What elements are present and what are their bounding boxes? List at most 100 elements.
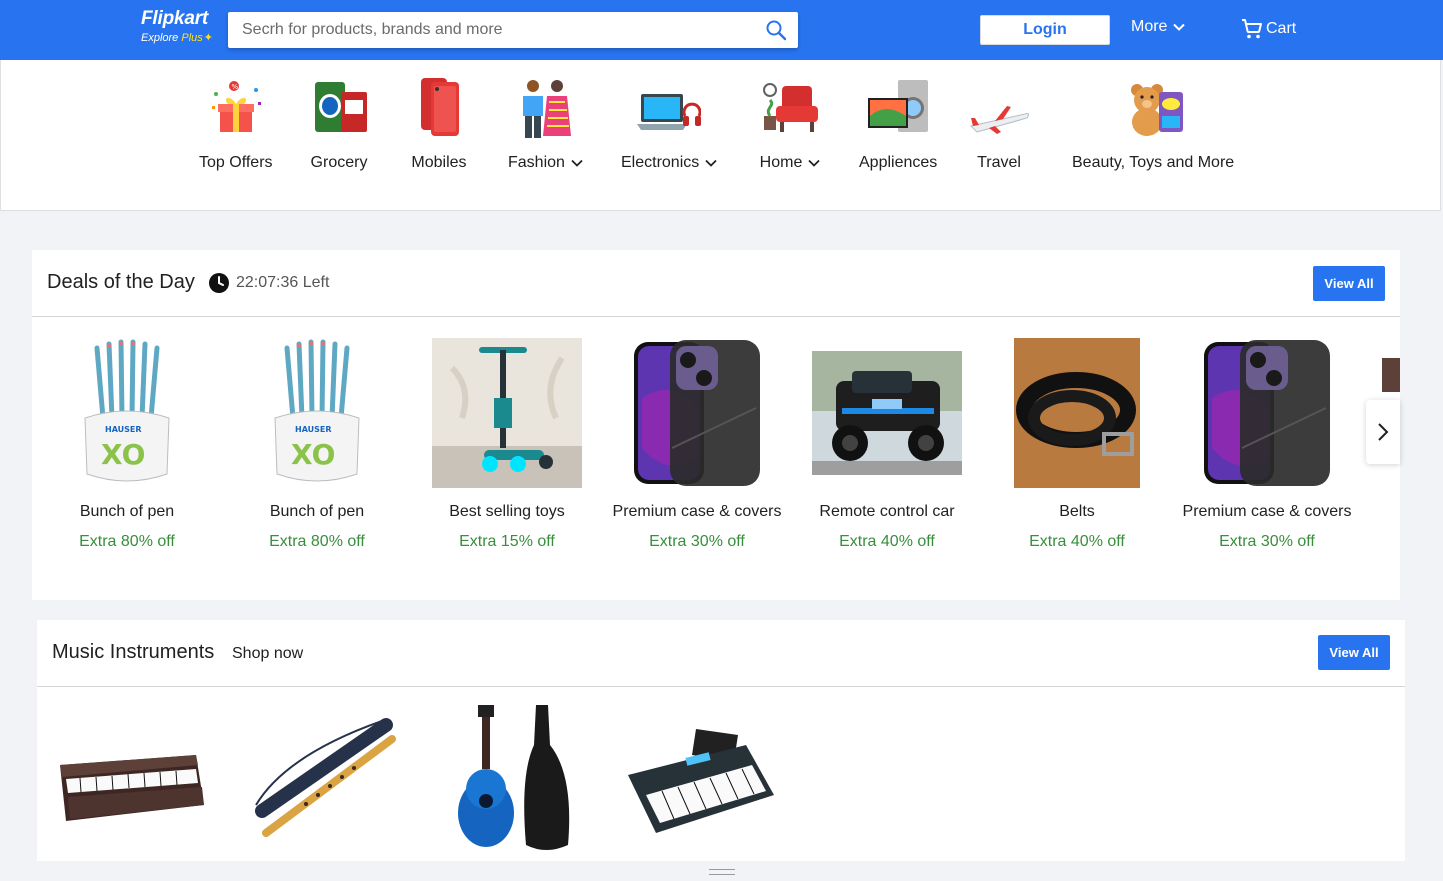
deals-view-all-button[interactable]: View All bbox=[1313, 266, 1385, 301]
login-button[interactable]: Login bbox=[980, 15, 1110, 45]
deal-name: Best selling toys bbox=[449, 503, 565, 520]
guitar-image[interactable] bbox=[436, 705, 586, 855]
music-header: Music Instruments Shop now View All bbox=[37, 620, 1405, 687]
cart-link[interactable]: Cart bbox=[1240, 17, 1296, 41]
laptop-icon bbox=[637, 76, 702, 140]
fashion-label: Fashion bbox=[508, 154, 565, 171]
brand-tagline: Explore Plus✦ bbox=[141, 31, 213, 45]
category-navigation: % Top Offers Grocery Mobiles Fashion Ele… bbox=[0, 60, 1441, 211]
deal-offer: Extra 40% off bbox=[839, 533, 935, 550]
appliances-icon bbox=[866, 76, 930, 140]
cart-label: Cart bbox=[1266, 20, 1297, 37]
remote-control-car-image bbox=[812, 338, 962, 488]
fashion-icon bbox=[513, 76, 577, 140]
airplane-icon bbox=[967, 76, 1031, 140]
belt-image bbox=[1002, 338, 1152, 488]
category-label: Fashion bbox=[508, 154, 583, 172]
harmonium-image[interactable] bbox=[56, 705, 206, 855]
electronics-label: Electronics bbox=[621, 154, 700, 171]
shop-now-link[interactable]: Shop now bbox=[232, 645, 303, 663]
music-view-all-button[interactable]: View All bbox=[1318, 635, 1390, 670]
deal-card[interactable]: Best selling toys Extra 15% off bbox=[422, 338, 592, 552]
category-travel[interactable]: Travel bbox=[967, 76, 1031, 172]
svg-text:XO: XO bbox=[291, 438, 335, 471]
deal-card[interactable]: Belts Extra 40% off bbox=[992, 338, 1162, 552]
more-label: More bbox=[1131, 18, 1168, 35]
category-electronics[interactable]: Electronics bbox=[621, 76, 717, 172]
svg-text:HAUSER: HAUSER bbox=[105, 425, 142, 434]
tagline-explore: Explore bbox=[141, 32, 179, 44]
search-icon[interactable] bbox=[764, 18, 788, 42]
category-label: Home bbox=[760, 154, 821, 172]
timer-text: 22:07:36 Left bbox=[236, 274, 330, 291]
svg-text:%: % bbox=[231, 83, 238, 91]
mobile-phone-icon bbox=[407, 76, 471, 140]
pen-bunch-image: HAUSER XO bbox=[242, 338, 392, 488]
category-grocery[interactable]: Grocery bbox=[307, 76, 371, 172]
search-input[interactable] bbox=[228, 12, 748, 48]
deal-offer: Extra 40% off bbox=[1029, 533, 1125, 550]
chevron-down-icon bbox=[705, 159, 717, 167]
armchair-icon bbox=[758, 76, 822, 140]
kids-scooter-image bbox=[432, 338, 582, 488]
gift-offers-icon: % bbox=[204, 76, 268, 140]
home-label: Home bbox=[759, 154, 803, 171]
category-label: Electronics bbox=[621, 154, 717, 172]
phone-case-image bbox=[622, 338, 772, 488]
teddy-bear-icon bbox=[1121, 76, 1185, 140]
clock-icon bbox=[209, 273, 229, 293]
search-box bbox=[228, 12, 798, 48]
deal-card[interactable]: HAUSER XO Bunch of pen Extra 80% off bbox=[232, 338, 402, 552]
plus-star-icon: ✦ bbox=[203, 32, 213, 44]
deal-offer: Extra 80% off bbox=[79, 533, 175, 550]
brand-name: Flipkart bbox=[141, 8, 209, 29]
deal-offer: Extra 80% off bbox=[269, 533, 365, 550]
deals-header: Deals of the Day 22:07:36 Left View All bbox=[32, 250, 1400, 317]
category-beauty-toys[interactable]: Beauty, Toys and More bbox=[1072, 76, 1234, 172]
deal-card[interactable]: Premium case & covers Extra 30% off bbox=[612, 338, 782, 552]
deal-card[interactable]: HAUSER XO Bunch of pen Extra 80% off bbox=[42, 338, 212, 552]
deal-offer: Extra 15% off bbox=[459, 533, 555, 550]
category-label: Appliences bbox=[859, 154, 938, 171]
more-menu[interactable]: More bbox=[1131, 18, 1186, 36]
deal-name: Premium case & covers bbox=[612, 503, 782, 520]
deal-name: Premium case & covers bbox=[1182, 503, 1352, 520]
deal-offer: Extra 30% off bbox=[1219, 533, 1315, 550]
deals-title: Deals of the Day bbox=[47, 271, 195, 293]
chevron-down-icon bbox=[808, 159, 820, 167]
next-product-peek bbox=[1382, 358, 1400, 392]
chevron-down-icon bbox=[1173, 23, 1186, 31]
chevron-right-icon bbox=[1378, 423, 1389, 441]
svg-text:HAUSER: HAUSER bbox=[295, 425, 332, 434]
deal-card[interactable]: Premium case & covers Extra 30% off bbox=[1182, 338, 1352, 552]
cart-icon bbox=[1242, 19, 1262, 39]
grocery-icon bbox=[307, 76, 371, 140]
music-title: Music Instruments bbox=[52, 641, 215, 663]
resize-handle[interactable] bbox=[709, 869, 735, 875]
category-label: Beauty, Toys and More bbox=[1072, 154, 1235, 171]
carousel-next-button[interactable] bbox=[1366, 400, 1400, 464]
category-label: Top Offers bbox=[199, 154, 273, 171]
category-label: Mobiles bbox=[411, 154, 467, 171]
category-label: Grocery bbox=[310, 154, 368, 171]
chevron-down-icon bbox=[571, 159, 583, 167]
category-top-offers[interactable]: % Top Offers bbox=[199, 76, 273, 172]
deals-timer: 22:07:36 Left bbox=[209, 273, 329, 293]
deal-card[interactable]: Remote control car Extra 40% off bbox=[802, 338, 972, 552]
svg-text:XO: XO bbox=[101, 438, 145, 471]
category-home[interactable]: Home bbox=[758, 76, 822, 172]
deal-name: Bunch of pen bbox=[269, 503, 365, 520]
flute-image[interactable] bbox=[246, 705, 396, 855]
top-navigation-bar: Flipkart Explore Plus✦ Login More Cart bbox=[0, 0, 1443, 60]
category-mobiles[interactable]: Mobiles bbox=[407, 76, 471, 172]
flipkart-logo[interactable]: Flipkart Explore Plus✦ bbox=[141, 8, 213, 45]
phone-case-image bbox=[1192, 338, 1342, 488]
category-appliances[interactable]: Appliences bbox=[859, 76, 937, 172]
pen-bunch-image: HAUSER XO bbox=[52, 338, 202, 488]
deals-of-the-day-section: Deals of the Day 22:07:36 Left View All … bbox=[32, 250, 1400, 600]
category-fashion[interactable]: Fashion bbox=[508, 76, 583, 172]
deal-offer: Extra 30% off bbox=[649, 533, 745, 550]
category-label: Travel bbox=[977, 154, 1021, 171]
music-instruments-section: Music Instruments Shop now View All bbox=[37, 620, 1405, 861]
keyboard-image[interactable] bbox=[626, 705, 776, 855]
